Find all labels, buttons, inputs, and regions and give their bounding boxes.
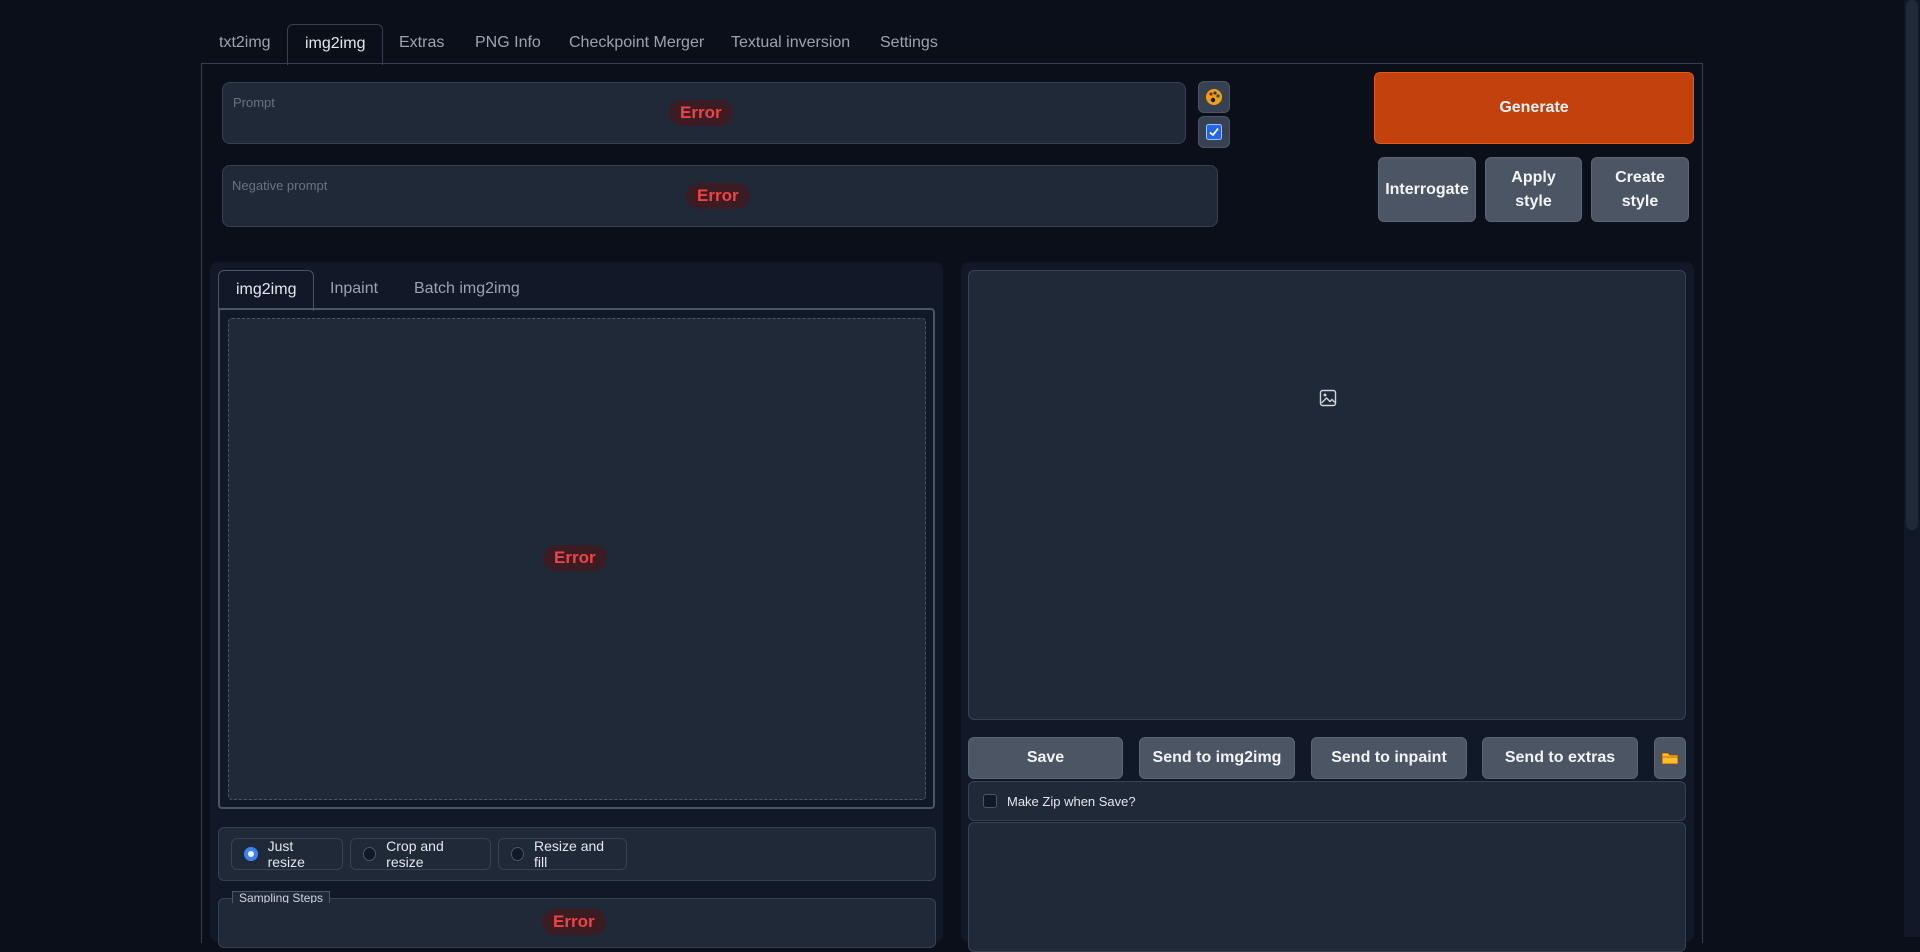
resize-mode-crop-and-resize[interactable]: Crop and resize	[350, 838, 491, 870]
radio-icon	[511, 847, 525, 861]
output-gallery	[968, 270, 1686, 720]
style-button[interactable]	[1198, 81, 1230, 113]
resize-mode-just-resize[interactable]: Just resize	[231, 838, 343, 870]
resize-mode-label: Crop and resize	[386, 838, 444, 870]
scrollbar-thumb[interactable]	[1906, 0, 1918, 530]
radio-selected-icon	[244, 847, 258, 861]
tab-textual-inversion[interactable]: Textual inversion	[714, 24, 867, 62]
sampling-steps-error-badge: Error	[542, 909, 606, 935]
image-upload-area[interactable]: Error	[228, 318, 926, 800]
resize-mode-label: Just resize	[267, 838, 305, 870]
palette-icon	[1206, 89, 1222, 105]
prompt-label: Prompt	[233, 95, 275, 110]
make-zip-checkbox[interactable]	[983, 794, 997, 808]
create-style-label-line1: Create	[1615, 168, 1665, 186]
make-zip-label: Make Zip when Save?	[1007, 793, 1136, 809]
send-to-img2img-button[interactable]: Send to img2img	[1139, 737, 1295, 779]
tab-png-info[interactable]: PNG Info	[458, 24, 558, 62]
send-to-inpaint-button[interactable]: Send to inpaint	[1311, 737, 1467, 779]
apply-style-label-line1: Apply	[1511, 168, 1556, 186]
subtab-img2img[interactable]: img2img	[218, 270, 315, 311]
apply-style-button[interactable]: Apply style	[1485, 157, 1582, 222]
subtab-batch-img2img[interactable]: Batch img2img	[397, 270, 537, 308]
generation-info-area	[968, 822, 1686, 952]
folder-icon	[1661, 752, 1679, 765]
image-error-badge: Error	[543, 545, 607, 571]
image-placeholder-icon	[1319, 389, 1337, 407]
tab-extras[interactable]: Extras	[382, 24, 461, 62]
radio-icon	[363, 847, 377, 861]
interrogate-button[interactable]: Interrogate	[1378, 157, 1476, 222]
prompt-input[interactable]: Prompt Error	[222, 82, 1186, 144]
save-button[interactable]: Save	[968, 737, 1123, 779]
subtab-inpaint[interactable]: Inpaint	[313, 270, 395, 308]
negative-prompt-input[interactable]: Negative prompt Error	[222, 165, 1218, 227]
negative-prompt-error-badge: Error	[686, 183, 750, 209]
tab-txt2img[interactable]: txt2img	[202, 24, 288, 62]
negative-prompt-label: Negative prompt	[232, 178, 328, 193]
check-button[interactable]	[1198, 116, 1230, 148]
prompt-error-badge: Error	[669, 100, 733, 126]
resize-mode-resize-and-fill[interactable]: Resize and fill	[498, 838, 627, 870]
tab-img2img[interactable]: img2img	[287, 24, 384, 65]
make-zip-row: Make Zip when Save?	[968, 781, 1686, 821]
send-to-extras-button[interactable]: Send to extras	[1482, 737, 1638, 779]
checkbox-icon	[1206, 124, 1222, 140]
resize-mode-label: Resize and fill	[534, 838, 605, 870]
sampling-steps-label: Sampling Steps	[232, 891, 331, 903]
tab-checkpoint-merger[interactable]: Checkpoint Merger	[552, 24, 721, 62]
open-folder-button[interactable]	[1654, 737, 1686, 779]
sampling-steps-slider[interactable]: Error	[218, 898, 936, 948]
tab-settings[interactable]: Settings	[863, 24, 955, 62]
apply-style-label-line2: style	[1515, 192, 1552, 210]
create-style-button[interactable]: Create style	[1591, 157, 1689, 222]
create-style-label-line2: style	[1621, 192, 1659, 210]
generate-button[interactable]: Generate	[1374, 72, 1694, 144]
